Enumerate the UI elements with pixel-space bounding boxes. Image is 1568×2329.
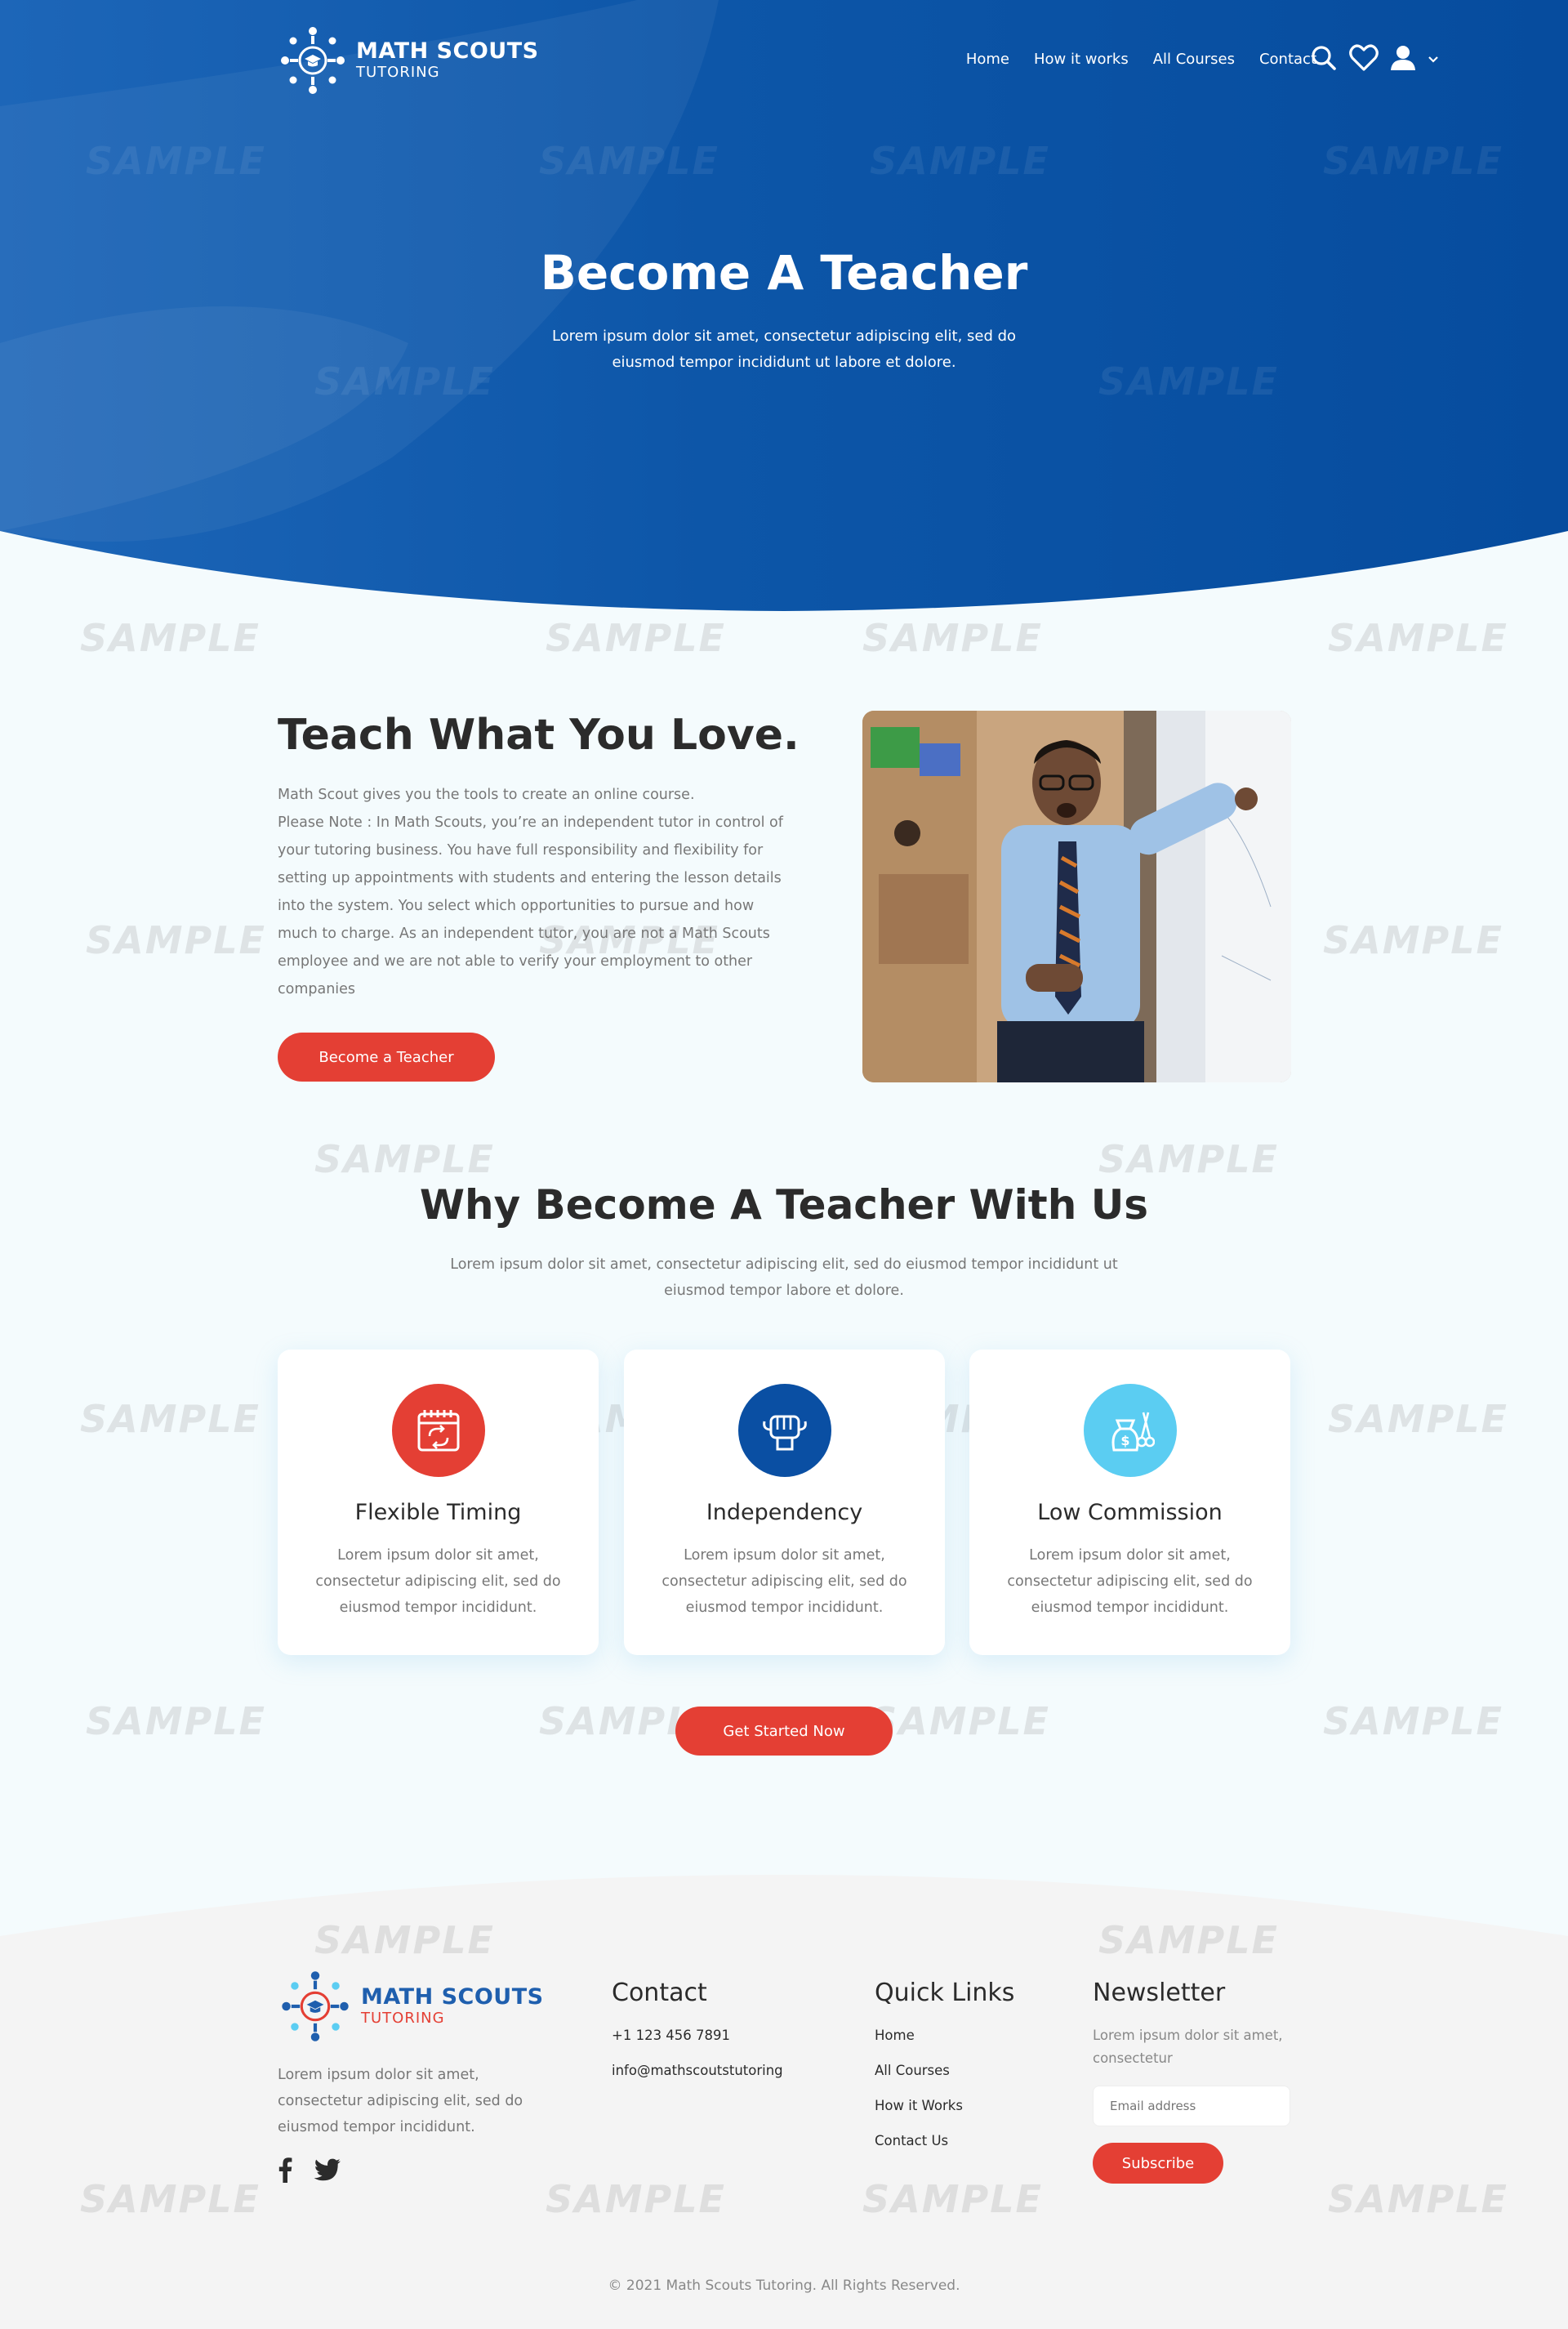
watermark: SAMPLE	[314, 1137, 495, 1181]
watermark: SAMPLE	[870, 1699, 1050, 1743]
user-icon[interactable]	[1390, 45, 1416, 75]
watermark: SAMPLE	[86, 1699, 266, 1743]
nav-home[interactable]: Home	[966, 51, 1009, 68]
nav-how-it-works[interactable]: How it works	[1034, 51, 1129, 68]
footer-email[interactable]: info@mathscoutstutoring	[612, 2063, 783, 2078]
footer-link-home[interactable]: Home	[875, 2028, 915, 2043]
nav-contact[interactable]: Contact	[1259, 51, 1316, 68]
footer-link-contact-us[interactable]: Contact Us	[875, 2133, 948, 2148]
teach-paragraph: Please Note : In Math Scouts, you’re an …	[278, 814, 783, 997]
footer-newsletter-title: Newsletter	[1093, 1979, 1226, 2007]
logo-icon	[282, 1971, 349, 2041]
teach-paragraph: Math Scout gives you the tools to create…	[278, 787, 695, 803]
footer-about: Lorem ipsum dolor sit amet, consectetur …	[278, 2067, 523, 2135]
footer-logo[interactable]: MATH SCOUTS TUTORING	[278, 1967, 544, 2046]
watermark: SAMPLE	[80, 616, 261, 660]
footer-contact-title: Contact	[612, 1979, 707, 2007]
subscribe-button[interactable]: Subscribe	[1093, 2143, 1223, 2184]
why-section-title: Why Become A Teacher With Us	[419, 1181, 1149, 1229]
brand-logo[interactable]: MATH SCOUTS TUTORING	[278, 23, 539, 98]
brand-tagline: TUTORING	[356, 64, 440, 81]
watermark: SAMPLE	[862, 616, 1043, 660]
footer-link-how-it-works[interactable]: How it Works	[875, 2098, 963, 2113]
teach-section: Teach What You Love. Math Scout gives yo…	[278, 711, 1291, 1082]
calendar-icon	[392, 1384, 485, 1477]
teach-description: Math Scout gives you the tools to create…	[278, 781, 792, 1003]
footer-background	[0, 1875, 1568, 2329]
social-links	[278, 2157, 341, 2187]
copyright-text: © 2021 Math Scouts Tutoring. All Rights …	[608, 2278, 960, 2294]
watermark: SAMPLE	[546, 616, 726, 660]
facebook-icon[interactable]	[278, 2157, 292, 2187]
twitter-icon[interactable]	[314, 2158, 341, 2185]
watermark: SAMPLE	[80, 1397, 261, 1441]
teacher-photo	[862, 711, 1291, 1082]
watermark: SAMPLE	[1328, 1397, 1508, 1441]
feature-card-text: Lorem ipsum dolor sit amet, consectetur …	[662, 1547, 907, 1616]
feature-card: $ Low Commission Lorem ipsum dolor sit a…	[969, 1350, 1290, 1655]
heart-icon[interactable]	[1349, 44, 1379, 76]
top-navigation: MATH SCOUTS TUTORING Home How it works A…	[278, 23, 1439, 96]
become-teacher-button[interactable]: Become a Teacher	[278, 1033, 495, 1082]
section-title: Teach What You Love.	[278, 711, 800, 760]
hero-subtitle: Lorem ipsum dolor sit amet, consectetur …	[551, 328, 1017, 371]
nav-icon-group	[1310, 44, 1439, 76]
brand-tagline: TUTORING	[361, 2010, 445, 2027]
brand-name: MATH SCOUTS	[356, 38, 539, 64]
main-menu: Home How it works All Courses Contact	[966, 51, 1316, 68]
hero-section: MATH SCOUTS TUTORING Home How it works A…	[0, 0, 1568, 621]
watermark: SAMPLE	[1098, 1137, 1279, 1181]
feature-card-title: Independency	[706, 1500, 863, 1525]
newsletter-text: Lorem ipsum dolor sit amet, consectetur	[1093, 2028, 1283, 2066]
feature-card-text: Lorem ipsum dolor sit amet, consectetur …	[1007, 1547, 1253, 1616]
footer-quick-links-title: Quick Links	[875, 1979, 1015, 2007]
brand-name: MATH SCOUTS	[361, 1984, 544, 2010]
feature-card: Independency Lorem ipsum dolor sit amet,…	[624, 1350, 945, 1655]
get-started-button[interactable]: Get Started Now	[675, 1707, 893, 1756]
newsletter-email-input[interactable]	[1093, 2086, 1290, 2126]
logo-icon	[281, 27, 345, 94]
feature-card-title: Low Commission	[1037, 1500, 1223, 1525]
search-icon[interactable]	[1310, 44, 1338, 76]
money-bag-icon: $	[1084, 1384, 1177, 1477]
footer	[0, 1846, 1568, 2329]
watermark: SAMPLE	[1323, 918, 1503, 962]
nav-all-courses[interactable]: All Courses	[1153, 51, 1235, 68]
footer-link-all-courses[interactable]: All Courses	[875, 2063, 950, 2078]
watermark: SAMPLE	[1323, 1699, 1503, 1743]
svg-text:$: $	[1120, 1433, 1129, 1448]
watermark: SAMPLE	[1328, 616, 1508, 660]
feature-card: Flexible Timing Lorem ipsum dolor sit am…	[278, 1350, 599, 1655]
feature-card-text: Lorem ipsum dolor sit amet, consectetur …	[315, 1547, 561, 1616]
footer-phone[interactable]: +1 123 456 7891	[612, 2028, 730, 2043]
watermark: SAMPLE	[86, 918, 266, 962]
why-section-subtitle: Lorem ipsum dolor sit amet, consectetur …	[450, 1256, 1118, 1299]
feature-card-title: Flexible Timing	[354, 1500, 522, 1525]
chevron-down-icon[interactable]	[1428, 53, 1439, 68]
page-title: Become A Teacher	[540, 245, 1028, 301]
fist-icon	[738, 1384, 831, 1477]
